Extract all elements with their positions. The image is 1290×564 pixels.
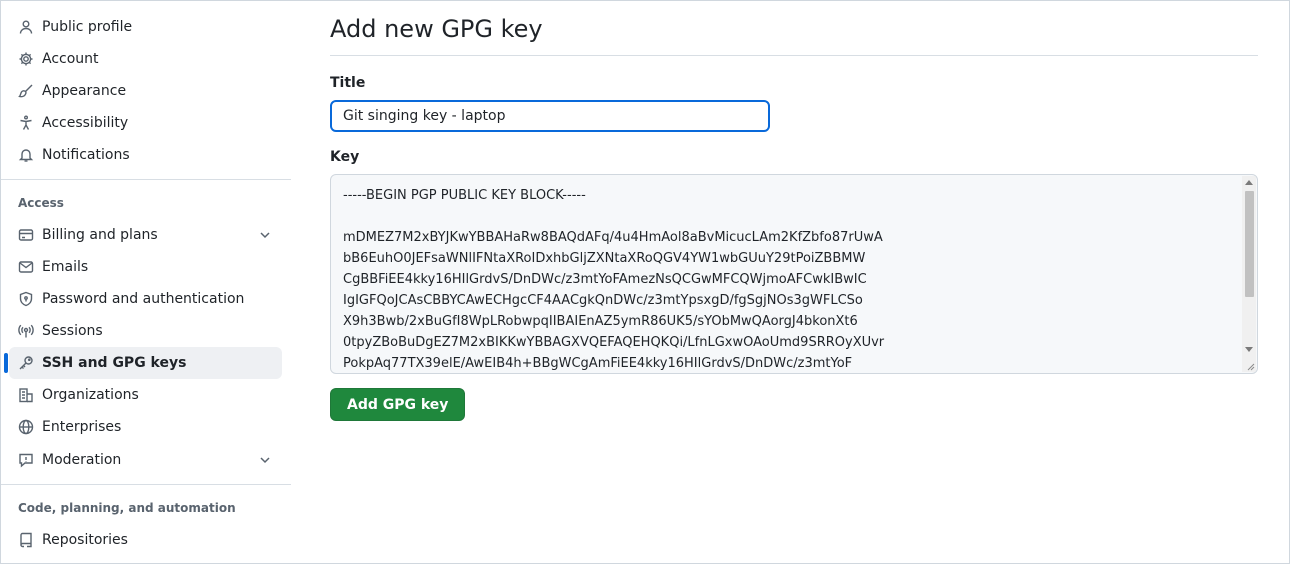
sidebar-item-label: Billing and plans (42, 227, 158, 243)
sidebar-item-accessibility[interactable]: Accessibility (9, 107, 282, 139)
chevron-down-icon[interactable] (257, 227, 273, 243)
chevron-down-icon[interactable] (257, 452, 273, 468)
page-title: Add new GPG key (330, 15, 543, 43)
sidebar-item-moderation[interactable]: Moderation (9, 444, 282, 476)
key-label: Key (330, 149, 360, 165)
sidebar-item-appearance[interactable]: Appearance (9, 75, 282, 107)
sidebar-item-enterprises[interactable]: Enterprises (9, 411, 282, 443)
sidebar-item-password-authentication[interactable]: Password and authentication (9, 283, 282, 315)
key-textarea-content[interactable]: -----BEGIN PGP PUBLIC KEY BLOCK----- mDM… (343, 185, 1238, 373)
sidebar-item-label: Password and authentication (42, 291, 245, 307)
sidebar-item-repositories[interactable]: Repositories (9, 524, 282, 556)
credit-card-icon (18, 227, 34, 243)
sidebar-heading-access: Access (18, 196, 64, 210)
gear-icon (18, 51, 34, 67)
organization-icon (18, 387, 34, 403)
title-divider (330, 55, 1258, 56)
sidebar-item-ssh-gpg-keys[interactable]: SSH and GPG keys (4, 347, 282, 379)
sidebar-item-label: Enterprises (42, 419, 122, 435)
shield-lock-icon (18, 291, 34, 307)
scrollbar-thumb[interactable] (1245, 191, 1254, 297)
sidebar-item-organizations[interactable]: Organizations (9, 379, 282, 411)
resize-grip-icon[interactable] (1245, 361, 1255, 371)
sidebar-item-label: Repositories (42, 532, 128, 548)
globe-icon (18, 419, 34, 435)
settings-page: Public profile Account Appearance Access… (0, 0, 1290, 564)
key-textarea-scrollbar[interactable] (1242, 176, 1256, 372)
sidebar-item-public-profile[interactable]: Public profile (9, 11, 282, 43)
sidebar-item-account[interactable]: Account (9, 43, 282, 75)
scroll-up-arrow-icon[interactable] (1245, 180, 1253, 185)
title-label: Title (330, 75, 366, 91)
sidebar-item-emails[interactable]: Emails (9, 251, 282, 283)
broadcast-icon (18, 323, 34, 339)
sidebar-item-label: Accessibility (42, 115, 129, 131)
sidebar-item-label: Account (42, 51, 99, 67)
report-icon (18, 452, 34, 468)
key-icon (18, 355, 34, 371)
sidebar-item-label: Emails (42, 259, 89, 275)
sidebar-item-label: Notifications (42, 147, 130, 163)
sidebar-item-label: Moderation (42, 452, 122, 468)
sidebar-heading-code: Code, planning, and automation (18, 501, 236, 515)
repo-icon (18, 532, 34, 548)
bell-icon (18, 147, 34, 163)
sidebar-item-sessions[interactable]: Sessions (9, 315, 282, 347)
key-textarea[interactable]: -----BEGIN PGP PUBLIC KEY BLOCK----- mDM… (330, 174, 1258, 374)
sidebar-divider (1, 484, 291, 485)
paintbrush-icon (18, 83, 34, 99)
sidebar-divider (1, 179, 291, 180)
scroll-down-arrow-icon[interactable] (1245, 347, 1253, 352)
sidebar-item-label: Organizations (42, 387, 139, 403)
sidebar-item-label: Public profile (42, 19, 133, 35)
accessibility-icon (18, 115, 34, 131)
sidebar-item-notifications[interactable]: Notifications (9, 139, 282, 171)
sidebar-item-label: Sessions (42, 323, 103, 339)
mail-icon (18, 259, 34, 275)
person-icon (18, 19, 34, 35)
sidebar-item-billing[interactable]: Billing and plans (9, 219, 282, 251)
add-gpg-key-button[interactable]: Add GPG key (330, 388, 466, 421)
sidebar-item-label: SSH and GPG keys (42, 355, 187, 371)
title-input[interactable] (330, 100, 770, 132)
sidebar-item-label: Appearance (42, 83, 127, 99)
